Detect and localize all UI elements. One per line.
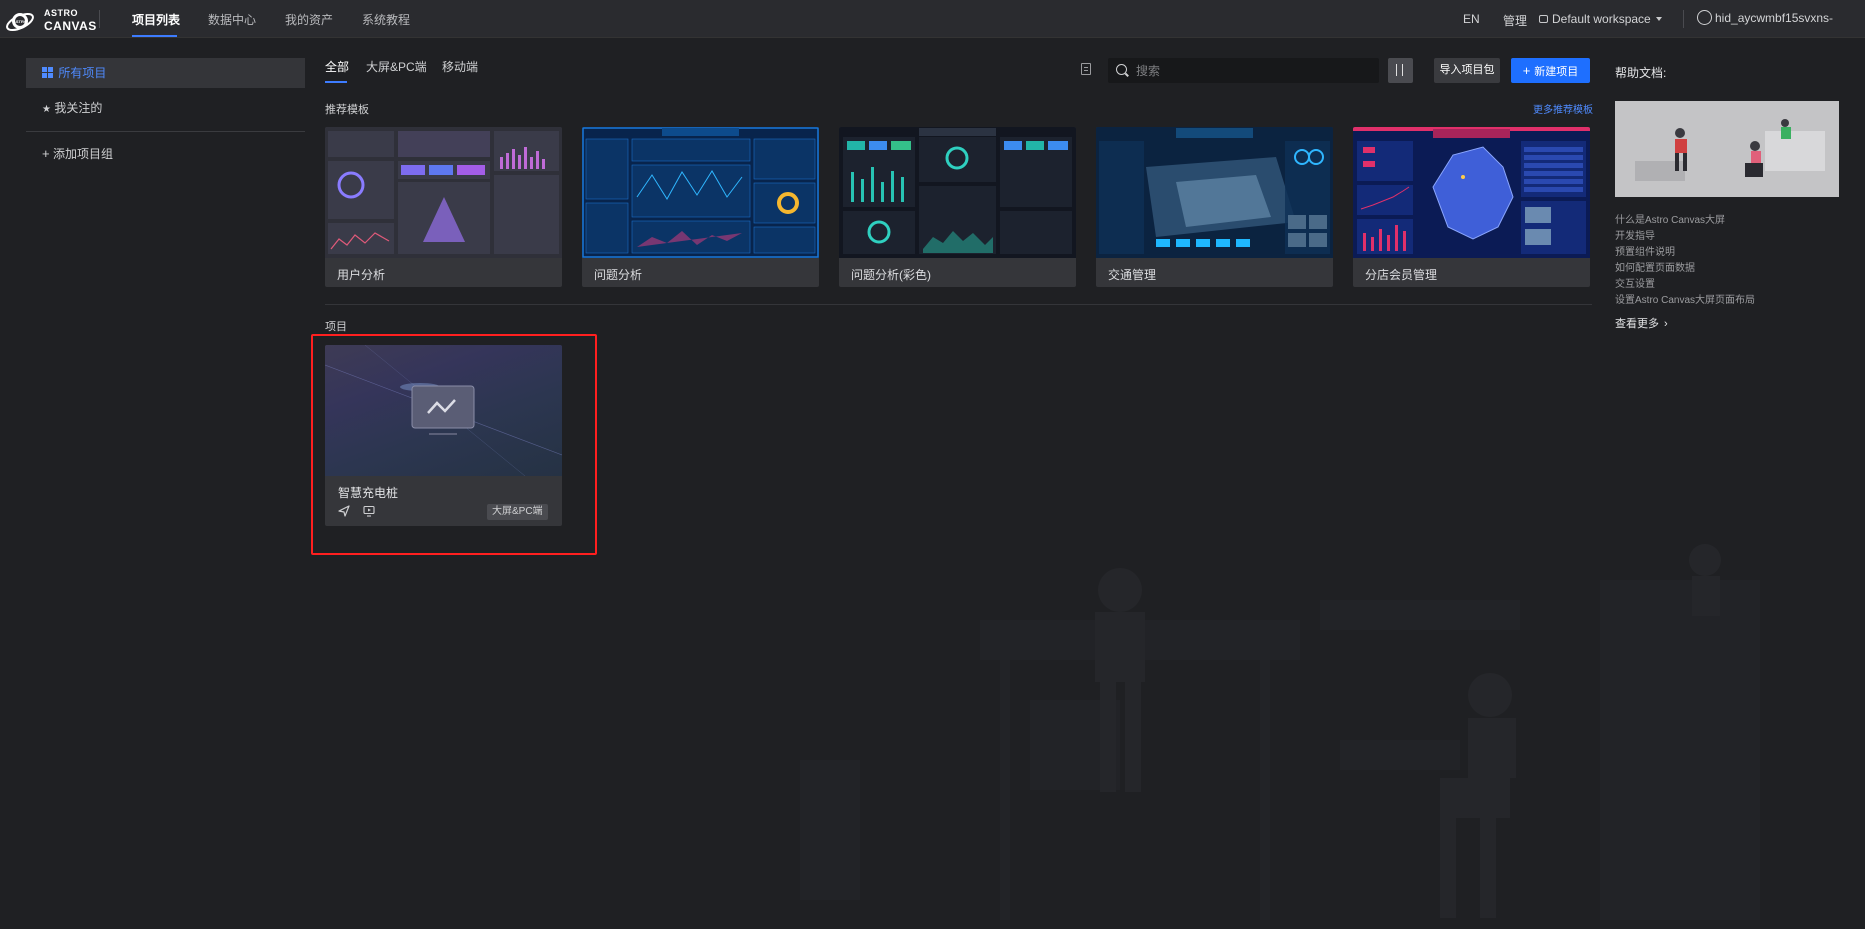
template-card[interactable]: 问题分析 xyxy=(582,127,819,287)
help-link[interactable]: 预置组件说明 xyxy=(1615,243,1675,258)
template-thumbnail xyxy=(1096,127,1333,258)
plus-icon: + xyxy=(1522,63,1531,78)
sidebar-item-label: 所有项目 xyxy=(58,66,107,80)
svg-text:ASTRO: ASTRO xyxy=(13,19,27,24)
import-package-button[interactable]: 导入项目包 xyxy=(1434,58,1500,83)
selection-highlight xyxy=(311,334,597,555)
projects-title: 项目 xyxy=(325,321,347,333)
nav-tutorials[interactable]: 系统教程 xyxy=(362,11,410,28)
search-box xyxy=(1108,58,1379,83)
help-more-link[interactable]: 查看更多 › xyxy=(1615,315,1668,331)
sidebar-item-all-projects[interactable]: 所有项目 xyxy=(26,58,305,88)
nav-my-assets[interactable]: 我的资产 xyxy=(285,11,333,28)
help-link[interactable]: 如何配置页面数据 xyxy=(1615,259,1695,274)
sidebar-divider xyxy=(26,131,305,132)
user-icon xyxy=(1697,10,1712,25)
plus-icon: + xyxy=(42,146,50,161)
astro-canvas-logo[interactable]: ASTRO ASTRO CANVAS xyxy=(4,5,97,35)
logo-icon: ASTRO xyxy=(6,12,34,32)
sidebar-item-following[interactable]: ★ 我关注的 xyxy=(26,93,305,123)
nav-data-center[interactable]: 数据中心 xyxy=(208,11,256,28)
add-project-group-button[interactable]: + 添加项目组 xyxy=(26,139,305,169)
template-label: 交通管理 xyxy=(1108,268,1157,282)
manage-link[interactable]: 管理 xyxy=(1503,12,1527,29)
add-group-label: 添加项目组 xyxy=(52,147,113,161)
template-thumbnail xyxy=(325,127,562,258)
tab-large-screen-pc[interactable]: 大屏&PC端 xyxy=(366,58,427,75)
grid-icon xyxy=(42,67,53,78)
template-label: 分店会员管理 xyxy=(1365,268,1438,282)
help-title: 帮助文档: xyxy=(1615,66,1667,80)
sort-button[interactable] xyxy=(1388,58,1413,83)
top-divider xyxy=(99,10,100,28)
help-link[interactable]: 什么是Astro Canvas大屏 xyxy=(1615,211,1725,226)
nav-project-list[interactable]: 项目列表 xyxy=(132,11,180,28)
template-card[interactable]: 分店会员管理 xyxy=(1353,127,1590,287)
user-name: hid_aycwmbf15svxns- xyxy=(1715,11,1834,25)
search-input[interactable] xyxy=(1136,62,1366,79)
language-switch[interactable]: EN xyxy=(1463,12,1480,26)
sidebar-item-label: 我关注的 xyxy=(54,101,103,115)
workspace-selector[interactable]: Default workspace xyxy=(1539,12,1662,26)
template-card[interactable]: 用户分析 xyxy=(325,127,562,287)
more-templates-link[interactable]: 更多推荐模板 xyxy=(1533,101,1593,116)
user-menu[interactable]: hid_aycwmbf15svxns- xyxy=(1697,10,1833,25)
tab-active-indicator xyxy=(325,81,347,83)
templates-title: 推荐模板 xyxy=(325,104,369,116)
help-illustration xyxy=(1615,101,1839,197)
logo-text-bottom: CANVAS xyxy=(44,19,97,33)
search-icon xyxy=(1116,64,1127,75)
chevron-down-icon xyxy=(1655,17,1662,21)
template-card[interactable]: 问题分析(彩色) xyxy=(839,127,1076,287)
top-bar: ASTRO ASTRO CANVAS 项目列表 数据中心 我的资产 系统教程 E… xyxy=(0,0,1865,38)
template-thumbnail xyxy=(582,127,819,258)
template-label: 用户分析 xyxy=(337,268,386,282)
background-illustration xyxy=(800,544,1760,920)
template-thumbnail xyxy=(839,127,1076,258)
tab-mobile[interactable]: 移动端 xyxy=(442,58,478,75)
template-label: 问题分析 xyxy=(594,268,643,282)
help-more-label: 查看更多 xyxy=(1615,318,1659,330)
new-project-button[interactable]: + 新建项目 xyxy=(1511,58,1590,83)
tab-all[interactable]: 全部 xyxy=(325,58,349,75)
help-link[interactable]: 设置Astro Canvas大屏页面布局 xyxy=(1615,291,1755,306)
template-thumbnail xyxy=(1353,127,1590,258)
workspace-icon xyxy=(1539,15,1548,23)
section-divider xyxy=(325,304,1592,305)
new-project-label: 新建项目 xyxy=(1534,66,1579,78)
chevron-right-icon: › xyxy=(1664,318,1668,330)
star-icon: ★ xyxy=(42,104,51,115)
list-view-icon[interactable] xyxy=(1081,63,1091,75)
logo-text-top: ASTRO xyxy=(44,8,78,18)
top-separator xyxy=(1683,10,1684,28)
help-link[interactable]: 交互设置 xyxy=(1615,275,1655,290)
help-link[interactable]: 开发指导 xyxy=(1615,227,1655,242)
workspace-name: Default workspace xyxy=(1552,12,1651,26)
template-label: 问题分析(彩色) xyxy=(851,268,931,282)
template-card[interactable]: 交通管理 xyxy=(1096,127,1333,287)
nav-active-indicator xyxy=(132,35,177,37)
